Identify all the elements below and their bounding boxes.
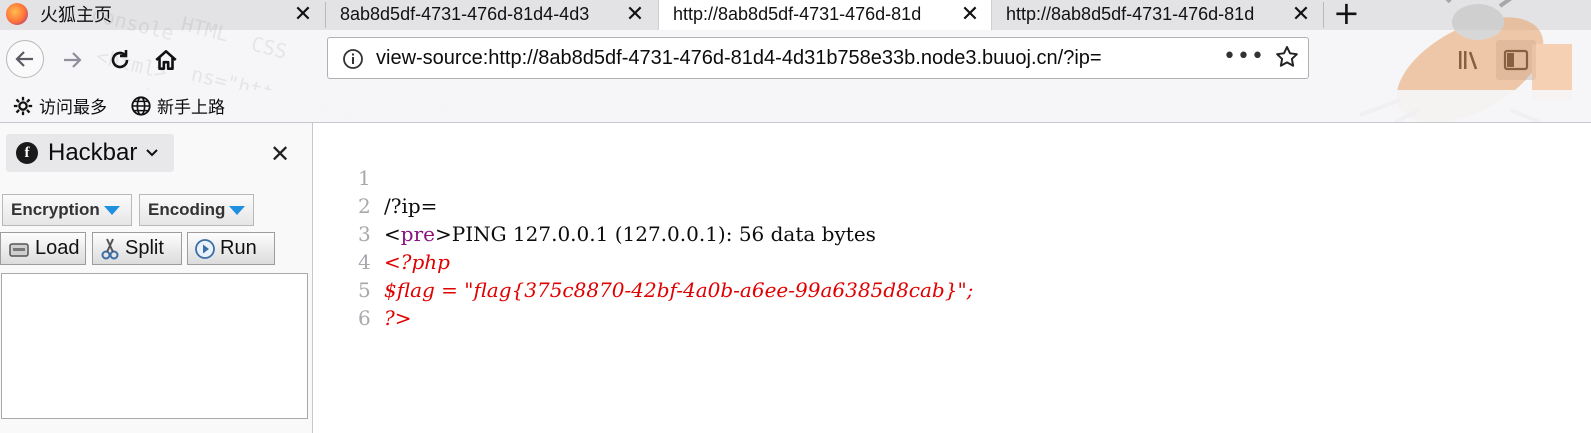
flag-assignment: $flag = "flag{375c8870-42bf-4a0b-a6ee-99… bbox=[384, 278, 974, 302]
tab-second[interactable]: 8ab8d5df-4731-476d-81d4-4d3 ✕ bbox=[326, 0, 656, 30]
play-icon bbox=[195, 238, 215, 259]
chevron-down-icon bbox=[146, 149, 159, 157]
encryption-dropdown[interactable]: Encryption bbox=[2, 194, 132, 226]
info-icon[interactable] bbox=[342, 48, 364, 70]
dropdown-label: Encoding bbox=[148, 200, 226, 219]
gear-icon bbox=[13, 96, 33, 115]
tab-firefox-home[interactable]: 火狐主页 ✕ bbox=[6, 0, 324, 30]
run-button[interactable]: Run bbox=[187, 232, 275, 265]
bookmarks-toolbar: 访问最多 新手上路 bbox=[0, 90, 1591, 123]
url-text[interactable]: view-source:http://8ab8d5df-4731-476d-81… bbox=[376, 47, 1188, 70]
php-close-tag: ?> bbox=[384, 306, 412, 330]
page-actions-menu-icon[interactable]: ••• bbox=[1223, 44, 1265, 69]
source-line: 4 $flag = "flag{375c8870-42bf-4a0b-a6ee-… bbox=[314, 220, 973, 302]
tab-label: 火狐主页 bbox=[40, 5, 112, 25]
view-source-pane: 1 /?ip= 2 <pre>PING 127.0.0.1 (127.0.0.1… bbox=[314, 123, 1591, 433]
tab-fourth[interactable]: http://8ab8d5df-4731-476d-81d ✕ bbox=[992, 0, 1322, 30]
library-icon bbox=[1459, 51, 1478, 70]
hackbar-url-textarea[interactable] bbox=[1, 273, 308, 419]
back-button[interactable] bbox=[6, 40, 44, 78]
hackbar-logo-icon: f bbox=[16, 142, 38, 164]
line-number: 3 bbox=[358, 222, 371, 246]
line-number: 6 bbox=[358, 306, 371, 330]
tab-label: http://8ab8d5df-4731-476d-81d bbox=[1006, 3, 1255, 24]
source-line: 1 /?ip= bbox=[314, 136, 437, 218]
scissors-icon bbox=[101, 238, 119, 259]
globe-icon bbox=[131, 95, 151, 116]
load-url-icon bbox=[9, 242, 29, 257]
close-icon[interactable]: ✕ bbox=[292, 1, 314, 26]
url-bar[interactable]: view-source:http://8ab8d5df-4731-476d-81… bbox=[327, 37, 1309, 79]
firefox-logo-icon bbox=[6, 3, 28, 25]
url-fade bbox=[1148, 40, 1208, 76]
tab-label: 8ab8d5df-4731-476d-81d4-4d3 bbox=[340, 3, 590, 24]
hackbar-sidebar: f Hackbar ✕ Encryption Encoding Load Spl… bbox=[0, 123, 313, 433]
sidebar-switcher-button[interactable]: f Hackbar bbox=[6, 134, 174, 172]
arrow-right-icon bbox=[64, 52, 82, 68]
navigation-toolbar: view-source:http://8ab8d5df-4731-476d-81… bbox=[0, 30, 1591, 90]
line-number: 1 bbox=[358, 166, 371, 190]
bookmark-most-visited[interactable]: 访问最多 bbox=[12, 93, 107, 118]
button-label: Load bbox=[35, 237, 80, 259]
split-button[interactable]: Split bbox=[92, 232, 182, 265]
bookmark-star-icon[interactable] bbox=[1274, 44, 1300, 70]
pre-tag-name: pre bbox=[400, 222, 435, 246]
ping-output-text: PING 127.0.0.1 (127.0.0.1): 56 data byte… bbox=[451, 222, 876, 246]
tag-bracket: > bbox=[434, 222, 452, 246]
library-button[interactable] bbox=[1452, 42, 1488, 78]
reload-icon bbox=[111, 50, 129, 69]
line-code: <pre>PING 127.0.0.1 (127.0.0.1): 56 data… bbox=[384, 220, 876, 248]
tab-separator bbox=[1323, 2, 1324, 28]
home-button[interactable] bbox=[148, 42, 184, 78]
reload-button[interactable] bbox=[102, 42, 138, 78]
load-button[interactable]: Load bbox=[0, 232, 86, 265]
triangle-down-icon bbox=[229, 205, 246, 215]
line-code: /?ip= bbox=[384, 194, 438, 218]
close-icon[interactable]: ✕ bbox=[1290, 1, 1312, 26]
sidebar-icon bbox=[1503, 49, 1529, 71]
line-number: 4 bbox=[358, 250, 371, 274]
button-label: Run bbox=[220, 237, 257, 259]
bookmark-label: 访问最多 bbox=[39, 98, 107, 118]
bookmark-getting-started[interactable]: 新手上路 bbox=[130, 93, 225, 118]
tab-strip: 火狐主页 ✕ 8ab8d5df-4731-476d-81d4-4d3 ✕ htt… bbox=[0, 0, 1591, 30]
home-icon bbox=[155, 50, 177, 70]
source-line: 5 ?> bbox=[314, 248, 411, 330]
encoding-dropdown[interactable]: Encoding bbox=[139, 194, 254, 226]
dropdown-label: Encryption bbox=[11, 200, 100, 219]
source-line: 2 <pre>PING 127.0.0.1 (127.0.0.1): 56 da… bbox=[314, 164, 876, 246]
forward-button[interactable] bbox=[54, 42, 90, 78]
button-label: Split bbox=[125, 237, 164, 259]
close-icon[interactable]: ✕ bbox=[959, 1, 981, 26]
bookmark-label: 新手上路 bbox=[157, 98, 225, 118]
new-tab-plus-icon[interactable]: + bbox=[1333, 0, 1360, 30]
sidebar-toggle-button[interactable] bbox=[1496, 40, 1536, 80]
triangle-down-icon bbox=[103, 205, 120, 215]
tab-active[interactable]: http://8ab8d5df-4731-476d-81d ✕ bbox=[658, 0, 992, 30]
line-number: 2 bbox=[358, 194, 371, 218]
close-icon[interactable]: ✕ bbox=[624, 1, 646, 26]
php-open-tag: <?php bbox=[384, 250, 450, 274]
arrow-left-icon bbox=[15, 51, 33, 67]
close-icon[interactable]: ✕ bbox=[270, 140, 290, 168]
sidebar-title: Hackbar bbox=[48, 139, 138, 166]
line-number: 5 bbox=[358, 278, 371, 302]
source-line: 6 bbox=[314, 276, 371, 330]
source-line: 3 <?php bbox=[314, 192, 450, 274]
tab-label: http://8ab8d5df-4731-476d-81d bbox=[673, 3, 922, 24]
